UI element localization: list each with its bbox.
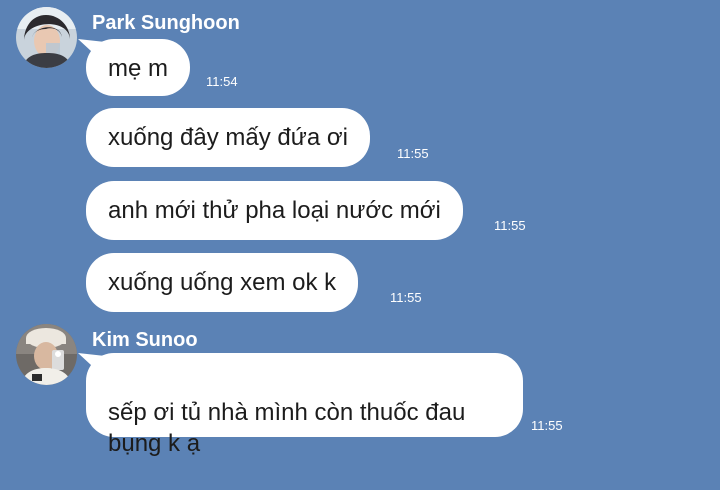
message-bubble[interactable]: mẹ m — [86, 39, 190, 96]
profile-photo-icon — [16, 7, 77, 68]
message-time: 11:54 — [206, 74, 238, 89]
profile-photo-icon — [16, 324, 77, 385]
sender-avatar-kim-sunoo[interactable] — [16, 324, 77, 385]
sender-avatar-park-sunghoon[interactable] — [16, 7, 77, 68]
message-time: 11:55 — [494, 218, 526, 233]
message-time: 11:55 — [390, 290, 422, 305]
sender-name: Kim Sunoo — [92, 329, 198, 351]
message-bubble[interactable]: xuống uống xem ok k — [86, 253, 359, 312]
message-bubble[interactable]: xuống đây mấy đứa ơi — [86, 108, 370, 167]
message-text: anh mới thử pha loại nước mới — [108, 197, 441, 224]
message-bubble[interactable]: anh mới thử pha loại nước mới — [86, 181, 463, 240]
message-text: xuống uống xem ok k — [108, 269, 337, 296]
sender-name: Park Sunghoon — [92, 12, 240, 34]
message-time: 11:55 — [397, 146, 429, 161]
message-time: 11:55 — [531, 418, 563, 433]
message-bubble[interactable]: sếp ơi tủ nhà mình còn thuốc đau bụng k … — [86, 353, 523, 457]
message-text: sếp ơi tủ nhà mình còn thuốc đau bụng k … — [108, 399, 466, 457]
message-text: xuống đây mấy đứa ơi — [108, 124, 348, 151]
message-text: mẹ m — [108, 55, 168, 82]
